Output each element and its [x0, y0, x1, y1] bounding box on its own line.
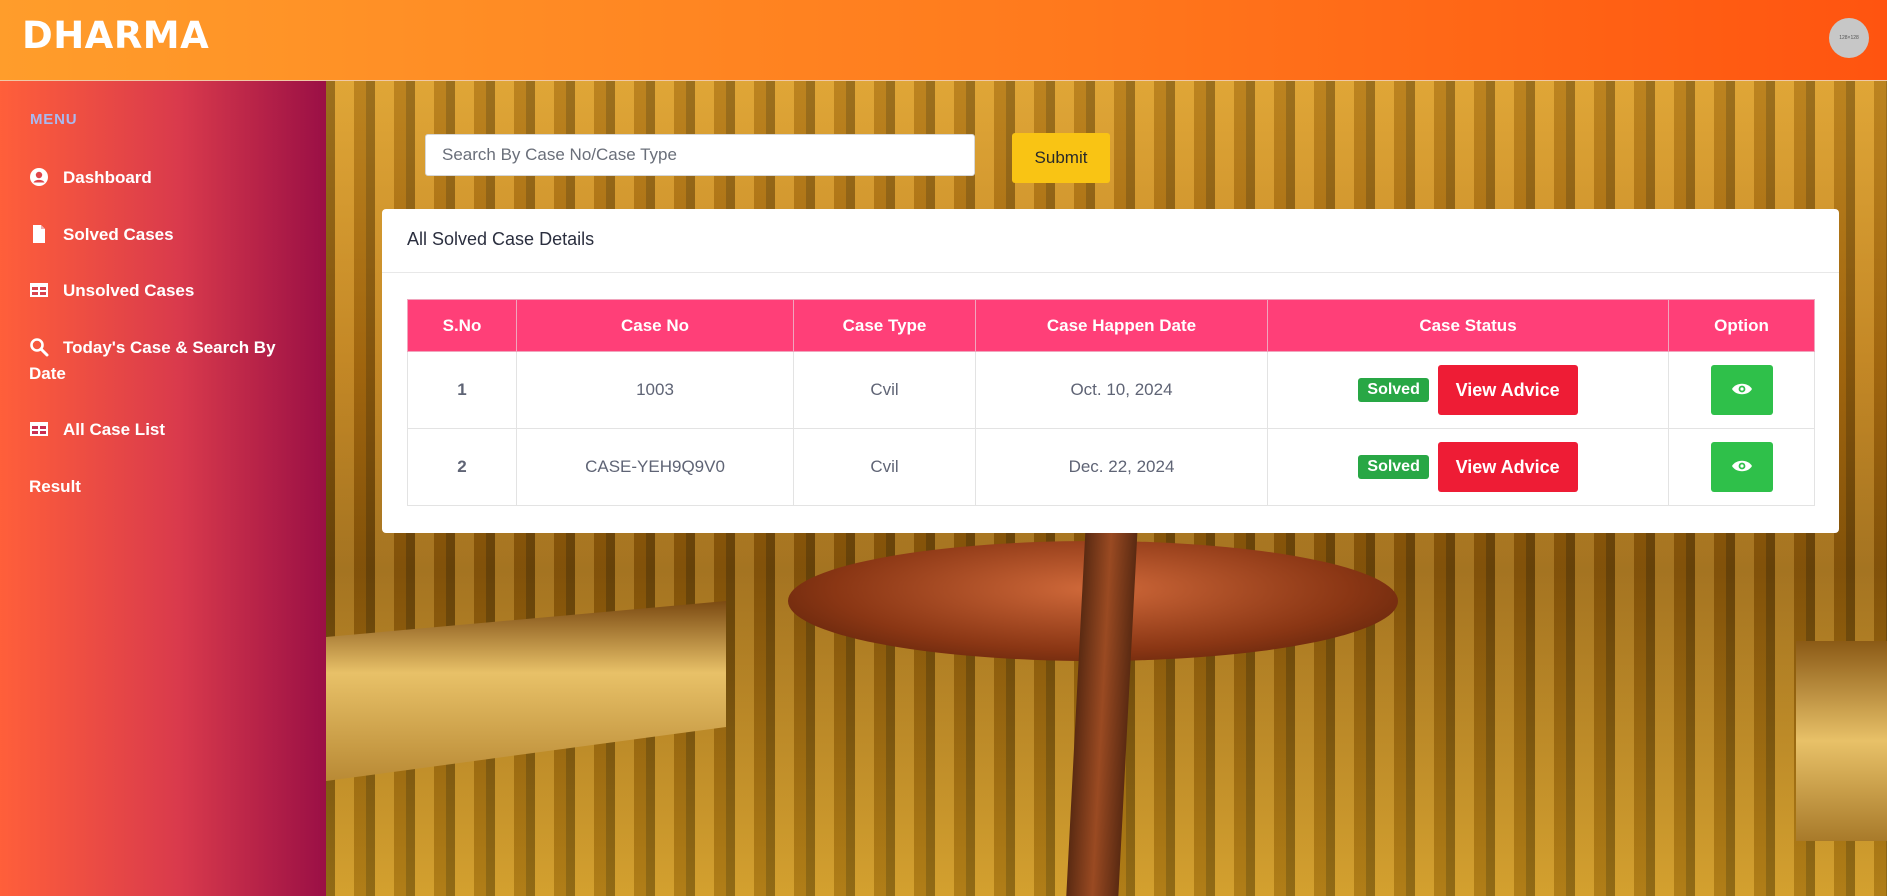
- submit-button[interactable]: Submit: [1012, 133, 1110, 183]
- user-circle-icon: [30, 168, 48, 186]
- sidebar-item-label: Result: [29, 477, 81, 496]
- background-book-right: [1796, 641, 1887, 841]
- cases-table: S.No Case No Case Type Case Happen Date …: [407, 299, 1815, 506]
- sidebar: MENU Dashboard Solved Cases Unsolved Cas…: [0, 81, 326, 896]
- sidebar-item-label: Unsolved Cases: [63, 281, 195, 300]
- brand-logo[interactable]: DHARMA: [22, 14, 209, 57]
- sidebar-item-result[interactable]: Result: [29, 474, 309, 500]
- column-header-case-no: Case No: [516, 299, 794, 352]
- cell-case-no: CASE-YEH9Q9V0: [516, 428, 794, 506]
- avatar-placeholder-text: 128×128: [1839, 35, 1859, 41]
- cell-status: Solved View Advice: [1267, 428, 1669, 506]
- cell-case-type: Cvil: [793, 351, 976, 429]
- eye-icon: [1731, 383, 1752, 394]
- table-row: 1 1003 Cvil Oct. 10, 2024 Solved View Ad…: [407, 351, 1815, 429]
- top-bar: DHARMA 128×128: [0, 0, 1887, 81]
- cell-status: Solved View Advice: [1267, 351, 1669, 429]
- view-advice-button[interactable]: View Advice: [1437, 365, 1578, 415]
- sidebar-item-all-case-list[interactable]: All Case List: [29, 417, 309, 443]
- cell-sno: 1: [407, 351, 517, 429]
- main-content: Submit All Solved Case Details S.No Case…: [326, 81, 1887, 896]
- status-badge: Solved: [1358, 455, 1429, 479]
- sidebar-item-dashboard[interactable]: Dashboard: [29, 165, 309, 191]
- eye-icon: [1731, 460, 1752, 471]
- table-row: 2 CASE-YEH9Q9V0 Cvil Dec. 22, 2024 Solve…: [407, 428, 1815, 506]
- column-header-option: Option: [1668, 299, 1815, 352]
- table-icon: [30, 283, 48, 297]
- card-title: All Solved Case Details: [382, 209, 1839, 273]
- cell-case-no: 1003: [516, 351, 794, 429]
- column-header-date: Case Happen Date: [975, 299, 1268, 352]
- menu-title: MENU: [30, 111, 78, 128]
- search-icon: [30, 338, 49, 357]
- sidebar-item-solved-cases[interactable]: Solved Cases: [29, 222, 309, 248]
- column-header-sno: S.No: [407, 299, 517, 352]
- view-advice-button[interactable]: View Advice: [1437, 442, 1578, 492]
- column-header-status: Case Status: [1267, 299, 1669, 352]
- document-icon: [33, 225, 45, 243]
- sidebar-item-todays-case-search[interactable]: Today's Case & Search By Date: [29, 335, 309, 387]
- cell-option: [1668, 428, 1815, 506]
- sidebar-item-label: Solved Cases: [63, 225, 174, 244]
- cell-case-type: Cvil: [793, 428, 976, 506]
- table-icon: [30, 422, 48, 436]
- cell-date: Oct. 10, 2024: [975, 351, 1268, 429]
- solved-cases-card: All Solved Case Details S.No Case No Cas…: [382, 209, 1839, 533]
- view-case-button[interactable]: [1710, 442, 1773, 492]
- search-input[interactable]: [425, 134, 975, 176]
- table-header-row: S.No Case No Case Type Case Happen Date …: [407, 299, 1815, 352]
- avatar[interactable]: 128×128: [1829, 18, 1869, 58]
- column-header-case-type: Case Type: [793, 299, 976, 352]
- sidebar-item-label: Today's Case & Search By Date: [29, 338, 276, 383]
- sidebar-item-label: All Case List: [63, 420, 166, 439]
- cell-option: [1668, 351, 1815, 429]
- cell-date: Dec. 22, 2024: [975, 428, 1268, 506]
- sidebar-item-label: Dashboard: [63, 168, 152, 187]
- view-case-button[interactable]: [1710, 365, 1773, 415]
- status-badge: Solved: [1358, 378, 1429, 402]
- cell-sno: 2: [407, 428, 517, 506]
- sidebar-item-unsolved-cases[interactable]: Unsolved Cases: [29, 278, 309, 304]
